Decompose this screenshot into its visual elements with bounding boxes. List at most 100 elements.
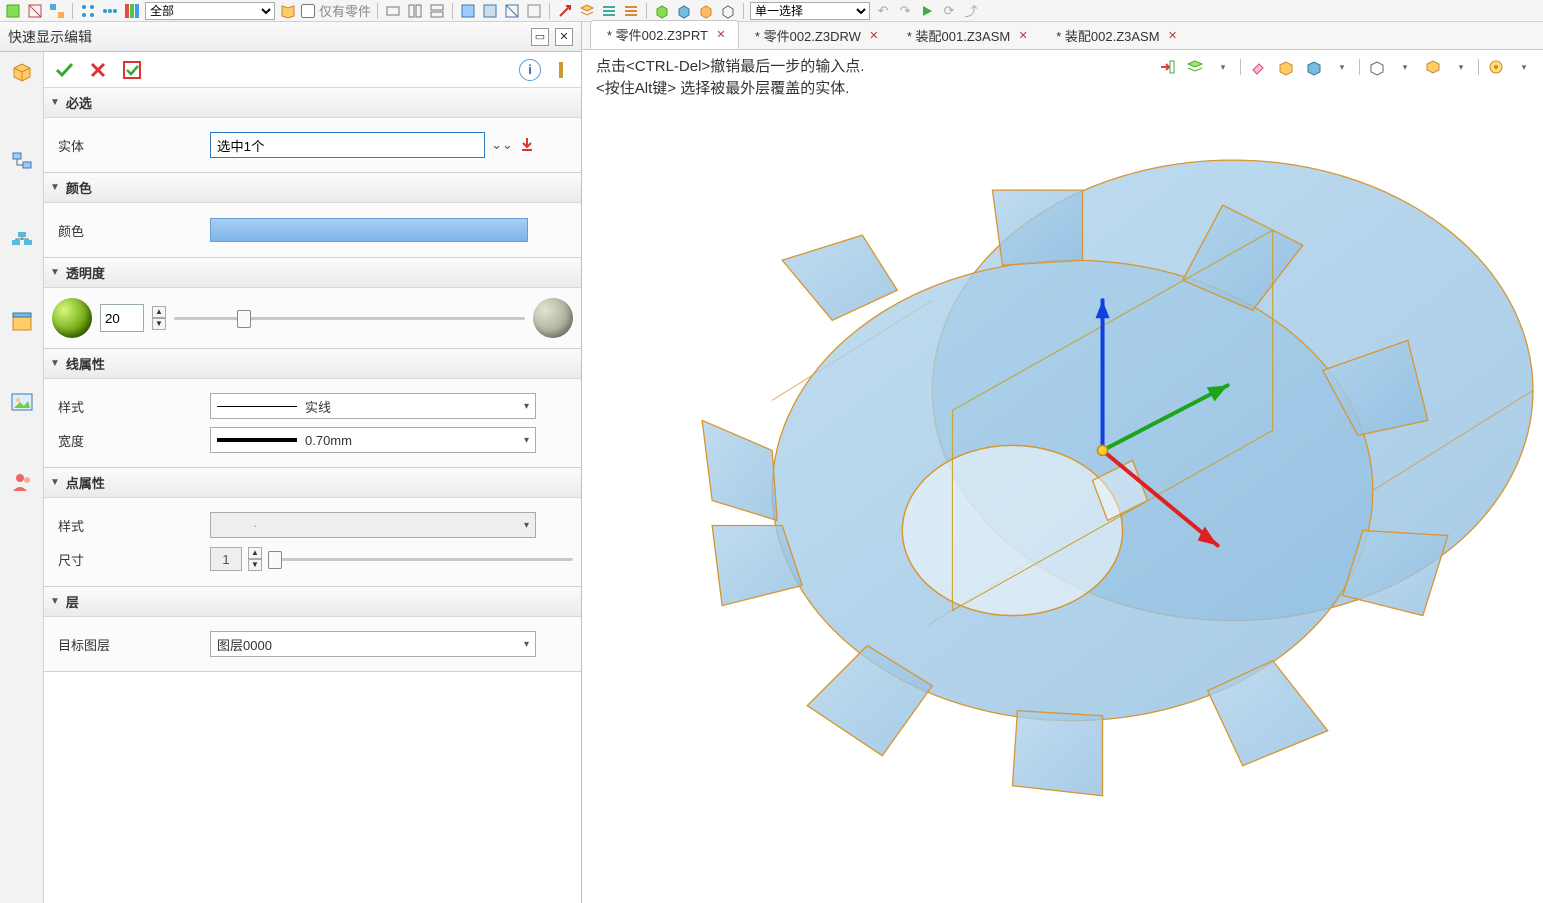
disp-icon-3[interactable] — [503, 2, 521, 20]
separator — [72, 3, 73, 19]
play-icon[interactable] — [918, 2, 936, 20]
dots-icon-2[interactable] — [101, 2, 119, 20]
apply-button[interactable] — [118, 57, 146, 83]
close-icon[interactable]: ✕ — [867, 29, 881, 43]
arrow-icon[interactable] — [556, 2, 574, 20]
vtool-wire-icon[interactable] — [1366, 56, 1388, 78]
point-style-combo[interactable]: · ▾ — [210, 512, 536, 538]
transparency-input[interactable] — [100, 304, 144, 332]
palette-icon[interactable] — [123, 2, 141, 20]
vtool-cube-b-icon[interactable] — [1303, 56, 1325, 78]
rail-assembly-icon[interactable] — [8, 58, 36, 86]
selection-mode-select[interactable]: 单一选择 — [750, 2, 870, 20]
panel-title: 快速显示编辑 — [8, 27, 92, 47]
separator — [452, 3, 453, 19]
section-head-required[interactable]: ▼必选 — [44, 88, 581, 118]
point-size-label: 尺寸 — [52, 550, 202, 569]
confirm-button[interactable] — [50, 57, 78, 83]
rail-tree-icon[interactable] — [8, 148, 36, 176]
close-icon[interactable]: ✕ — [1016, 29, 1030, 43]
list-icon-2[interactable] — [622, 2, 640, 20]
entity-pick-icon[interactable] — [519, 136, 535, 155]
nav-icon-2[interactable]: ↷ — [896, 2, 914, 20]
wire-icon[interactable] — [719, 2, 737, 20]
vtool-hex-icon[interactable] — [1422, 56, 1444, 78]
cube-icon-g[interactable] — [653, 2, 671, 20]
book-icon[interactable] — [279, 2, 297, 20]
filter-select-1[interactable]: 全部 — [145, 2, 275, 20]
pin-button[interactable] — [547, 57, 575, 83]
tab-asm-2[interactable]: * 装配002.Z3ASM✕ — [1040, 22, 1189, 49]
vtool-eraser-icon[interactable] — [1247, 56, 1269, 78]
rail-structure-icon[interactable] — [8, 228, 36, 256]
vtool-cube-y-icon[interactable] — [1275, 56, 1297, 78]
section-required: ▼必选 实体 ⌄⌄ — [44, 88, 581, 173]
rail-image-icon[interactable] — [8, 388, 36, 416]
line-style-combo[interactable]: 实线 ▾ — [210, 393, 536, 419]
nav-icon-4[interactable]: ⤴ — [962, 2, 980, 20]
vtool-dd-icon[interactable]: ▾ — [1212, 56, 1234, 78]
view-icon-1[interactable] — [384, 2, 402, 20]
panel-minimize-icon[interactable]: ▭ — [531, 28, 549, 46]
transparency-slider[interactable] — [174, 308, 525, 328]
viewport-toolbar: ▾ ▾ ▾ ▾ ▾ — [1156, 56, 1535, 78]
separator — [549, 3, 550, 19]
model-render — [582, 50, 1543, 901]
section-head-line[interactable]: ▼线属性 — [44, 349, 581, 379]
viewport-hint: 点击<CTRL-Del>撤销最后一步的输入点. <按住Alt键> 选择被最外层覆… — [596, 56, 864, 100]
tool-icon-1[interactable] — [4, 2, 22, 20]
tool-icon-3[interactable] — [48, 2, 66, 20]
nav-icon-3[interactable]: ⟳ — [940, 2, 958, 20]
vtool-dd-icon-5[interactable]: ▾ — [1513, 56, 1535, 78]
vtool-dd-icon-3[interactable]: ▾ — [1394, 56, 1416, 78]
section-head-transparency[interactable]: ▼透明度 — [44, 258, 581, 288]
rail-box-icon[interactable] — [8, 308, 36, 336]
tab-part-prt[interactable]: * 零件002.Z3PRT✕ — [590, 20, 739, 49]
vtool-layers-icon[interactable] — [1184, 56, 1206, 78]
transparency-spinner[interactable]: ▲▼ — [152, 306, 166, 330]
only-parts-checkbox[interactable] — [301, 4, 315, 18]
cancel-button[interactable] — [84, 57, 112, 83]
layers-icon[interactable] — [578, 2, 596, 20]
section-head-color[interactable]: ▼颜色 — [44, 173, 581, 203]
disp-icon-1[interactable] — [459, 2, 477, 20]
close-icon[interactable]: ✕ — [714, 28, 728, 42]
point-size-spinner[interactable]: ▲▼ — [248, 547, 262, 571]
line-width-combo[interactable]: 0.70mm ▾ — [210, 427, 536, 453]
view-icon-2[interactable] — [406, 2, 424, 20]
layer-target-label: 目标图层 — [52, 635, 202, 654]
viewport-3d[interactable]: 点击<CTRL-Del>撤销最后一步的输入点. <按住Alt键> 选择被最外层覆… — [582, 50, 1543, 903]
entity-input[interactable] — [210, 132, 485, 158]
panel-close-icon[interactable]: ✕ — [555, 28, 573, 46]
right-pane: * 零件002.Z3PRT✕ * 零件002.Z3DRW✕ * 装配001.Z3… — [582, 22, 1543, 903]
section-head-point[interactable]: ▼点属性 — [44, 468, 581, 498]
disp-icon-2[interactable] — [481, 2, 499, 20]
separator — [646, 3, 647, 19]
point-size-input[interactable] — [210, 547, 242, 571]
point-size-slider[interactable] — [268, 549, 573, 569]
tool-icon-2[interactable] — [26, 2, 44, 20]
vtool-dd-icon-4[interactable]: ▾ — [1450, 56, 1472, 78]
disp-icon-4[interactable] — [525, 2, 543, 20]
section-color: ▼颜色 颜色 — [44, 173, 581, 258]
nav-icon-1[interactable]: ↶ — [874, 2, 892, 20]
sphere-transparent-icon — [533, 298, 573, 338]
close-icon[interactable]: ✕ — [1166, 29, 1180, 43]
list-icon-1[interactable] — [600, 2, 618, 20]
entity-dropdown-icon[interactable]: ⌄⌄ — [491, 134, 513, 156]
rail-user-icon[interactable] — [8, 468, 36, 496]
layer-target-combo[interactable]: 图层0000 ▾ — [210, 631, 536, 657]
tab-part-drw[interactable]: * 零件002.Z3DRW✕ — [739, 22, 891, 49]
dots-icon-1[interactable] — [79, 2, 97, 20]
info-button[interactable]: i — [519, 59, 541, 81]
color-swatch[interactable] — [210, 218, 528, 242]
cube-icon-o[interactable] — [697, 2, 715, 20]
vtool-dd-icon-2[interactable]: ▾ — [1331, 56, 1353, 78]
section-head-layer[interactable]: ▼层 — [44, 587, 581, 617]
vtool-target-icon[interactable] — [1485, 56, 1507, 78]
cube-icon-b[interactable] — [675, 2, 693, 20]
separator — [743, 3, 744, 19]
view-icon-3[interactable] — [428, 2, 446, 20]
vtool-import-icon[interactable] — [1156, 56, 1178, 78]
tab-asm-1[interactable]: * 装配001.Z3ASM✕ — [891, 22, 1040, 49]
